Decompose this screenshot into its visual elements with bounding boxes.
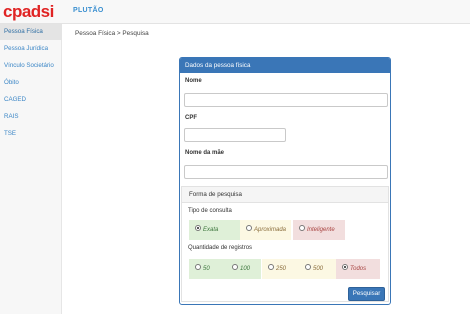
sidebar-item-obito[interactable]: Óbito — [0, 75, 62, 91]
forma-pesquisa-panel: Forma de pesquisa Tipo de consulta Exata… — [181, 186, 389, 302]
radio-checked-icon[interactable] — [195, 225, 201, 232]
radio-icon[interactable] — [299, 225, 305, 232]
sidebar-item-tse[interactable]: TSE — [0, 126, 62, 142]
nome-mae-input[interactable] — [184, 165, 388, 179]
radio-icon[interactable] — [246, 225, 252, 232]
qtd-option-250[interactable]: 250 — [262, 259, 299, 279]
radio-icon[interactable] — [305, 264, 311, 271]
sidebar: Pessoa Física Pessoa Jurídica Vínculo So… — [0, 24, 62, 314]
panel-title: Dados da pessoa física — [180, 58, 390, 73]
cpf-label: CPF — [185, 115, 197, 121]
radio-checked-icon[interactable] — [342, 264, 348, 271]
radio-icon[interactable] — [232, 264, 238, 271]
sidebar-item-pessoa-fisica[interactable]: Pessoa Física — [0, 24, 62, 40]
search-form-panel: Dados da pessoa física Nome CPF Nome da … — [179, 57, 391, 305]
top-navbar: cpadsi PLUTÃO — [0, 0, 470, 24]
cpadsi-logo[interactable]: cpadsi — [3, 2, 54, 22]
tipo-option-aproximada[interactable]: Aproximada — [240, 220, 291, 240]
cpf-input[interactable] — [184, 128, 286, 142]
sidebar-item-vinculo-societario[interactable]: Vínculo Societário — [0, 58, 62, 74]
sidebar-item-rais[interactable]: RAIS — [0, 109, 62, 125]
qtd-option-todos[interactable]: Todos — [336, 259, 380, 279]
pesquisar-button[interactable]: Pesquisar — [348, 287, 385, 301]
qtd-option-100[interactable]: 100 — [226, 259, 261, 279]
nome-mae-label: Nome da mãe — [185, 150, 225, 156]
app-brand[interactable]: PLUTÃO — [73, 7, 104, 14]
nome-input[interactable] — [184, 93, 388, 107]
quantidade-registros-label: Quantidade de registros — [188, 245, 253, 251]
forma-pesquisa-title: Forma de pesquisa — [182, 187, 388, 203]
sidebar-item-caged[interactable]: CAGED — [0, 92, 62, 108]
tipo-option-exata[interactable]: Exata — [189, 220, 240, 240]
radio-icon[interactable] — [268, 264, 274, 271]
tipo-option-inteligente[interactable]: Inteligente — [293, 220, 345, 240]
qtd-option-50[interactable]: 50 — [189, 259, 226, 279]
nome-label: Nome — [185, 78, 202, 84]
tipo-consulta-label: Tipo de consulta — [188, 208, 232, 214]
breadcrumb: Pessoa Física > Pesquisa — [75, 30, 149, 37]
sidebar-item-pessoa-juridica[interactable]: Pessoa Jurídica — [0, 41, 62, 57]
qtd-option-500[interactable]: 500 — [299, 259, 336, 279]
radio-icon[interactable] — [195, 264, 201, 271]
